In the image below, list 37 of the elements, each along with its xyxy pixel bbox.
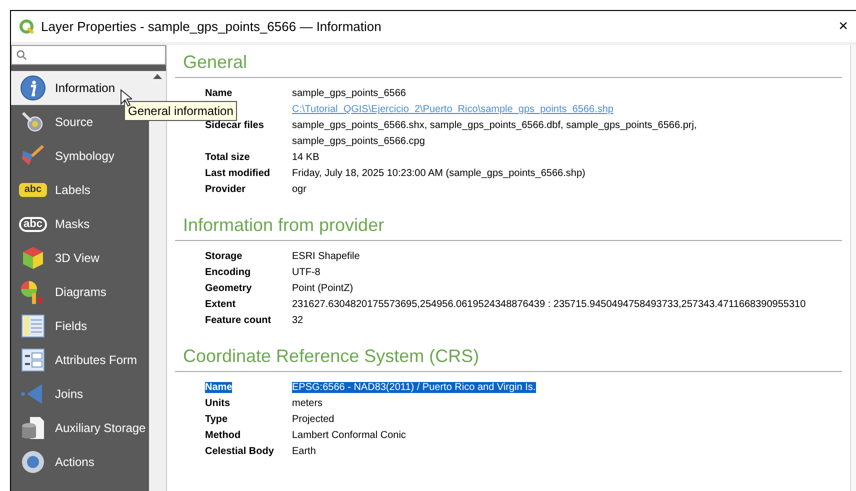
field-label: Provider	[205, 184, 246, 195]
field-label: Storage	[205, 251, 242, 262]
section-heading: Coordinate Reference System (CRS)	[175, 329, 842, 372]
field-label: Total size	[205, 152, 250, 163]
field-label: Type	[205, 414, 228, 425]
field-label: Name	[205, 88, 232, 99]
field-value: sample_gps_points_6566.shx, sample_gps_points_6566.dbf, sample_gps_points_6566.prj, sample_gps_points_6566.cpg	[292, 120, 697, 147]
tooltip: General information	[124, 101, 238, 121]
section-heading: Information from provider	[175, 198, 842, 241]
field-label: Celestial Body	[205, 446, 274, 457]
field-value: Lambert Conformal Conic	[292, 430, 406, 441]
field-value: Earth	[292, 446, 316, 457]
field-label: Extent	[205, 299, 236, 310]
section-heading: General	[175, 45, 842, 78]
field-value: meters	[292, 398, 323, 409]
field-label: Feature count	[205, 315, 272, 326]
field-label: Encoding	[205, 267, 251, 278]
field-label: Units	[205, 398, 230, 409]
field-value: sample_gps_points_6566	[292, 88, 406, 99]
field-label: Sidecar files	[205, 120, 264, 131]
mask-label-icon: abc	[19, 216, 47, 232]
field-value: 14 KB	[292, 152, 320, 163]
field-value: Friday, July 18, 2025 10:23:00 AM (sample_gps_points_6566.shp)	[292, 168, 586, 179]
field-label: Geometry	[205, 283, 252, 294]
field-value: EPSG:6566 - NAD83(2011) / Puerto Rico and Virgin Is.	[292, 382, 536, 393]
field-label: Last modified	[205, 168, 270, 179]
field-value: 32	[292, 315, 304, 326]
field-label: Method	[205, 430, 241, 441]
field-value: Point (PointZ)	[292, 283, 354, 294]
field-label: Name	[205, 382, 232, 393]
label-tag-icon: abc	[19, 183, 47, 197]
field-value: ESRI Shapefile	[292, 251, 360, 262]
field-value: UTF-8	[292, 267, 320, 278]
field-value: 231627.6304820175573695,254956.0619524348876439 : 235715.9450494758493733,257343.4711668390955310	[292, 299, 806, 310]
window-title: Layer Properties - sample_gps_points_6566 — Information	[41, 18, 382, 36]
field-value: ogr	[292, 184, 306, 195]
field-value: Projected	[292, 414, 334, 425]
